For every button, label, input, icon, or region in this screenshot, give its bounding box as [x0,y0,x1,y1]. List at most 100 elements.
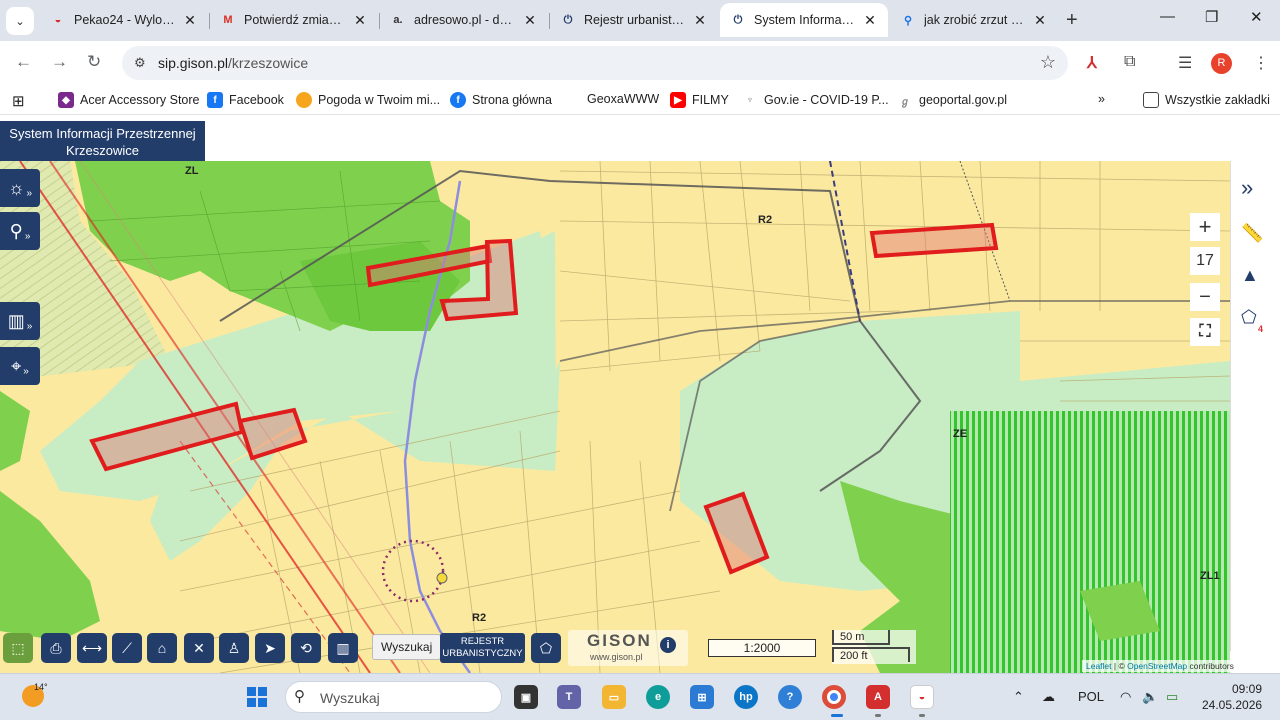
store-icon[interactable]: ⊞ [690,685,714,709]
wifi-icon[interactable]: ◠ [1120,689,1131,705]
windows-start-icon[interactable] [247,687,267,707]
leaflet-link[interactable]: Leaflet [1086,661,1112,671]
bookmarks-overflow[interactable]: » [1098,92,1105,106]
streetview-button[interactable]: ♙ [219,633,249,663]
back-button[interactable]: ← [15,52,32,72]
rejestr-urbanistyczny-button[interactable]: REJESTR URBANISTYCZNY [440,633,525,663]
extensions-puzzle-icon[interactable]: ⧉ [1124,53,1135,71]
selection-count-badge: 4 [1258,324,1264,334]
parcel-tool-button[interactable]: ⬠ [531,633,561,663]
apps-grid-icon[interactable]: ⊞ [12,92,25,110]
bookmark-acer[interactable]: ◆ Acer Accessory Store [58,92,200,108]
battery-icon[interactable]: ▭ [1166,689,1178,705]
bookmark-strona-glowna[interactable]: f Strona główna [450,92,552,108]
tab-pekao[interactable]: ◒ Pekao24 - Wylogowanie ✕ [40,3,208,37]
scale-bar: 50 m 200 ft [832,630,916,664]
onedrive-cloud-icon[interactable]: ☁ [1042,689,1055,705]
measure-distance-button[interactable]: ⟷ [77,633,107,663]
draw-line-button[interactable]: ⟋ [112,633,142,663]
close-icon[interactable]: ✕ [522,12,538,29]
line-draw-icon: ⟋ [122,639,132,656]
folder-icon [1143,92,1159,108]
zoom-in-button[interactable]: + [1190,213,1220,241]
osm-link[interactable]: OpenStreetMap [1127,661,1187,671]
acrobat-icon[interactable]: A [866,685,890,709]
layers-sun-tool-button[interactable]: ☼» [0,169,40,207]
print-button[interactable]: ⎙ [41,633,71,663]
close-icon[interactable]: ✕ [182,12,198,29]
measure-tool-button[interactable]: 📏 [1241,223,1263,244]
zoom-level-display: 17 [1190,247,1220,275]
close-icon[interactable]: ✕ [352,12,368,29]
restore-button[interactable]: ❐ [1205,8,1218,26]
tab-adresowo[interactable]: a. adresowo.pl - dodaj ✕ [380,3,548,37]
hp-icon[interactable]: hp [734,685,758,709]
close-icon[interactable]: ✕ [1032,12,1048,29]
tab-search[interactable]: ⚲ jak zrobić zrzut ekranu ✕ [890,3,1058,37]
kebab-menu-icon[interactable]: ⋮ [1253,53,1269,73]
volume-icon[interactable]: 🔈 [1142,689,1158,705]
all-bookmarks[interactable]: Wszystkie zakładki [1143,92,1270,108]
navigate-button[interactable]: ➤ [255,633,285,663]
task-view-icon[interactable]: ▣ [514,685,538,709]
chrome-icon[interactable] [822,685,846,709]
edge-icon[interactable]: e [646,685,670,709]
new-tab-button[interactable]: + [1066,9,1078,32]
close-icon[interactable]: ✕ [862,12,878,29]
power-icon: ⏻ [733,13,743,26]
select-tool-button[interactable]: ⬚ [3,633,33,663]
shapes-tool-button[interactable]: ▲ [1241,265,1259,286]
show-hidden-icons-button[interactable]: ⌃ [1013,689,1024,705]
forward-button[interactable]: → [51,52,68,72]
parcel-selection-button[interactable]: ⬠ [1241,307,1257,328]
tab-search-menu-button[interactable]: ⌄ [6,7,34,35]
media-control-icon[interactable]: ☰ [1178,53,1192,73]
map-label-r2-top: R2 [758,214,772,226]
wyszukaj-button[interactable]: Wyszukaj [372,634,442,660]
tab-rejestr[interactable]: ⏻ Rejestr urbanistyczny ✕ [550,3,718,37]
add-marker-button[interactable]: ⌂ [147,633,177,663]
history-button[interactable]: ⟲ [291,633,321,663]
taskbar-search-box[interactable]: ⚲ Wyszukaj [285,681,502,713]
basemap-tool-button[interactable]: ▥» [0,302,40,340]
bookmark-facebook[interactable]: f Facebook [207,92,284,108]
profile-avatar[interactable]: R [1211,53,1232,74]
acrobat-extension-icon[interactable]: ⅄ [1087,53,1097,73]
tab-gmail[interactable]: M Potwierdź zmianę hasła ✕ [210,3,378,37]
tab-sip-active[interactable]: ⏻ System Informacji Przestrzennej ✕ [720,3,888,37]
bookmark-geoxa[interactable]: GeoxaWWW [587,92,659,106]
zoom-out-button[interactable]: − [1190,283,1220,311]
gison-url[interactable]: www.gison.pl [590,652,643,662]
help-icon[interactable]: ? [778,685,802,709]
close-window-button[interactable]: ✕ [1250,8,1263,26]
bookmark-star-icon[interactable]: ☆ [1040,52,1056,73]
system-clock[interactable]: 09:09 24.05.2026 [1202,681,1262,713]
minimize-button[interactable]: — [1160,8,1175,25]
cursor-select-icon: ⬚ [11,639,25,656]
close-icon[interactable]: ✕ [692,12,708,29]
language-indicator[interactable]: POL [1078,689,1104,704]
location-tool-button[interactable]: ⌖» [0,347,40,385]
search-tool-button[interactable]: ⚲» [0,212,40,250]
expand-panel-button[interactable]: » [1241,175,1253,201]
map-label-zl: ZL [185,165,199,177]
bookmark-gov-ie[interactable]: ♆ Gov.ie - COVID-19 P... [742,92,889,108]
scale-ratio-input[interactable]: 1:2000 [708,639,816,657]
bookmark-geoportal[interactable]: ℊ geoportal.gov.pl [897,92,1007,108]
address-bar[interactable]: ⚙ sip.gison.pl/krzeszowice ☆ [122,46,1068,80]
pekao-app-icon[interactable]: ◒ [910,685,934,709]
site-settings-icon[interactable]: ⚙ [134,55,146,71]
navigation-arrow-icon: ➤ [264,639,276,656]
map-canvas[interactable]: ZL R2 ZE ZL1 R2 ☼» ⚲» ▥» ⌖» + 17 − ⛶ [0,161,1230,673]
fullscreen-button[interactable]: ⛶ [1190,318,1220,346]
reload-button[interactable]: ↻ [87,52,101,72]
map-layers-button[interactable]: ▥ [328,633,358,663]
browser-toolbar: ← → ↻ ⚙ sip.gison.pl/krzeszowice ☆ ⅄ ⧉ ☰… [0,41,1280,85]
file-explorer-icon[interactable]: ▭ [602,685,626,709]
info-icon[interactable]: i [660,637,676,653]
extent-button[interactable]: ✕ [184,633,214,663]
teams-icon[interactable]: T [557,685,581,709]
acer-icon: ◆ [58,92,74,108]
bookmark-pogoda[interactable]: Pogoda w Twoim mi... [296,92,440,108]
bookmark-filmy[interactable]: ▶ FILMY [670,92,729,108]
